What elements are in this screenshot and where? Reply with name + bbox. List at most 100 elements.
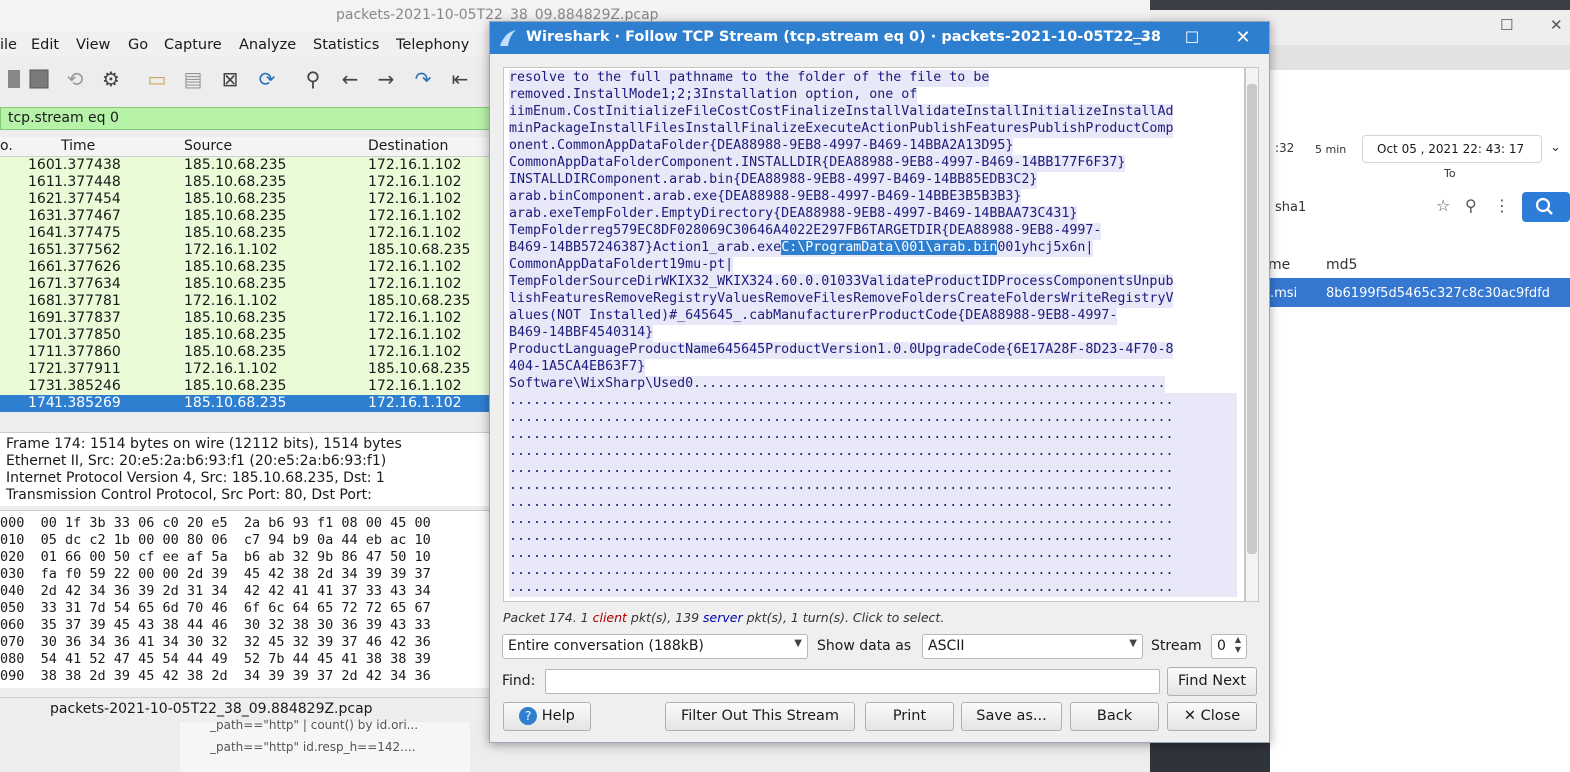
- packet-row[interactable]: 172 1.377911 172.16.1.102 185.10.68.235: [0, 361, 490, 378]
- stream-line: CommonAppDataFolderComponent.INSTALLDIR{…: [509, 155, 1126, 172]
- star-icon[interactable]: ☆: [1436, 196, 1450, 215]
- more-icon[interactable]: ⋮: [1494, 196, 1510, 215]
- stream-line: ........................................…: [509, 444, 1237, 461]
- col-header-name[interactable]: me: [1268, 257, 1290, 273]
- stream-scrollbar[interactable]: [1245, 67, 1259, 602]
- packet-list: 160 1.377438 185.10.68.235 172.16.1.102 161 1…: [0, 157, 490, 412]
- col-source[interactable]: Source: [184, 138, 232, 154]
- save-as-button[interactable]: Save as...: [961, 702, 1062, 731]
- stream-line: INSTALLDIRComponent.arab.bin{DEA88988-9E…: [509, 172, 1038, 189]
- reload-file-icon[interactable]: ⟳: [254, 66, 280, 92]
- menu-telephony[interactable]: Telephony: [396, 37, 469, 53]
- time-window-chip[interactable]: 5 min: [1315, 143, 1346, 156]
- menu-edit[interactable]: Edit: [31, 37, 59, 53]
- packet-row[interactable]: 164 1.377475 185.10.68.235 172.16.1.102: [0, 225, 490, 242]
- menu-view[interactable]: View: [76, 37, 110, 53]
- print-button[interactable]: Print: [865, 702, 954, 731]
- query-line[interactable]: _path=="http" id.resp_h==142....: [210, 740, 415, 754]
- maximize-icon[interactable]: ☐: [1180, 26, 1204, 50]
- detail-ethernet[interactable]: Ethernet II, Src: 20:e5:2a:b6:93:f1 (20:…: [6, 453, 386, 469]
- hex-line[interactable]: 050 33 31 7d 54 65 6d 70 46 6f 6c 64 65 …: [0, 600, 431, 616]
- go-back-icon[interactable]: ←: [337, 66, 363, 92]
- packet-row[interactable]: 167 1.377634 185.10.68.235 172.16.1.102: [0, 276, 490, 293]
- chevron-down-icon[interactable]: ⌄: [1550, 140, 1561, 155]
- filter-out-stream-button[interactable]: Filter Out This Stream: [665, 702, 855, 731]
- hex-line[interactable]: 060 35 37 39 45 43 38 44 46 30 32 38 30 …: [0, 617, 431, 633]
- dialog-titlebar: Wireshark · Follow TCP Stream (tcp.strea…: [490, 22, 1269, 54]
- packet-row[interactable]: 168 1.377781 172.16.1.102 185.10.68.235: [0, 293, 490, 310]
- open-file-icon[interactable]: ▭: [144, 66, 170, 92]
- menu-go[interactable]: Go: [128, 37, 148, 53]
- first-packet-icon[interactable]: ⇤: [447, 66, 473, 92]
- help-button[interactable]: ? Help: [503, 702, 591, 731]
- hex-line[interactable]: 090 38 38 2d 39 45 42 38 2d 34 39 39 37 …: [0, 668, 431, 684]
- hex-line[interactable]: 070 30 36 34 36 41 34 30 32 32 45 32 39 …: [0, 634, 431, 650]
- go-forward-icon[interactable]: →: [373, 66, 399, 92]
- close-file-icon[interactable]: ⊠: [217, 66, 243, 92]
- hex-line[interactable]: 000 00 1f 3b 33 06 c0 20 e5 2a b6 93 f1 …: [0, 515, 431, 531]
- col-no[interactable]: o.: [0, 138, 13, 154]
- hex-line[interactable]: 030 fa f0 59 22 00 00 2d 39 45 42 38 2d …: [0, 566, 431, 582]
- start-capture-icon[interactable]: [2, 66, 28, 92]
- packet-row[interactable]: 169 1.377837 185.10.68.235 172.16.1.102: [0, 310, 490, 327]
- packet-dst: 172.16.1.102: [368, 191, 462, 207]
- go-to-packet-icon[interactable]: ↷: [410, 66, 436, 92]
- find-next-button[interactable]: Find Next: [1167, 667, 1257, 696]
- find-packet-icon[interactable]: ⚲: [300, 66, 326, 92]
- stats-end: pkt(s), 1 turn(s). Click to select.: [742, 610, 945, 625]
- selected-text[interactable]: C:\ProgramData\001\arab.bin: [781, 240, 998, 255]
- packet-row[interactable]: 162 1.377454 185.10.68.235 172.16.1.102: [0, 191, 490, 208]
- browser-close-button[interactable]: ✕: [1550, 16, 1563, 34]
- packet-no: 172: [28, 361, 55, 377]
- stream-line: ........................................…: [509, 512, 1237, 529]
- packet-row[interactable]: 174 1.385269 185.10.68.235 172.16.1.102: [0, 395, 490, 412]
- packet-src: 185.10.68.235: [184, 276, 287, 292]
- col-destination[interactable]: Destination: [368, 138, 448, 154]
- search-field[interactable]: sha1: [1275, 200, 1306, 215]
- menu-capture[interactable]: Capture: [164, 37, 222, 53]
- conversation-select[interactable]: Entire conversation (188kB) ▼: [502, 634, 808, 659]
- hex-line[interactable]: 020 01 66 00 50 cf ee af 5a b6 ab 32 9b …: [0, 549, 431, 565]
- packet-row[interactable]: 163 1.377467 185.10.68.235 172.16.1.102: [0, 208, 490, 225]
- col-time[interactable]: Time: [61, 138, 95, 154]
- packet-row[interactable]: 161 1.377448 185.10.68.235 172.16.1.102: [0, 174, 490, 191]
- col-header-md5[interactable]: md5: [1326, 257, 1357, 273]
- menu-analyze[interactable]: Analyze: [239, 37, 296, 53]
- hex-line[interactable]: 040 2d 42 34 36 39 2d 31 34 42 42 41 41 …: [0, 583, 431, 599]
- packet-row[interactable]: 171 1.377860 185.10.68.235 172.16.1.102: [0, 344, 490, 361]
- stream-number-spinner[interactable]: 0 ▲ ▼: [1211, 634, 1247, 659]
- query-line[interactable]: _path=="http" | count() by id.ori...: [210, 718, 418, 732]
- packet-row[interactable]: 170 1.377850 185.10.68.235 172.16.1.102: [0, 327, 490, 344]
- show-data-select[interactable]: ASCII ▼: [922, 634, 1143, 659]
- detail-frame[interactable]: Frame 174: 1514 bytes on wire (12112 bit…: [6, 436, 402, 452]
- menu-file[interactable]: ile: [0, 37, 17, 53]
- close-button[interactable]: ✕ Close: [1167, 702, 1257, 731]
- hex-line[interactable]: 010 05 dc c2 1b 00 00 80 06 c7 94 b9 0a …: [0, 532, 431, 548]
- close-icon[interactable]: ✕: [1231, 26, 1255, 50]
- menu-statistics[interactable]: Statistics: [313, 37, 379, 53]
- capture-options-icon[interactable]: ⚙: [98, 66, 124, 92]
- display-filter-input[interactable]: tcp.stream eq 0: [0, 107, 490, 130]
- find-input[interactable]: [545, 669, 1160, 694]
- back-button[interactable]: Back: [1070, 702, 1159, 731]
- close-label: Close: [1200, 708, 1241, 724]
- time-chip-left[interactable]: :32: [1275, 141, 1294, 155]
- stream-content-text[interactable]: resolve to the full pathname to the fold…: [503, 67, 1245, 602]
- detail-ip[interactable]: Internet Protocol Version 4, Src: 185.10…: [6, 470, 385, 486]
- packet-no: 168: [28, 293, 55, 309]
- stop-capture-icon[interactable]: [26, 66, 52, 92]
- packet-row[interactable]: 173 1.385246 185.10.68.235 172.16.1.102: [0, 378, 490, 395]
- pin-icon[interactable]: ⚲: [1465, 196, 1477, 215]
- minimize-icon[interactable]: —: [1128, 26, 1152, 50]
- browser-maximize-button[interactable]: ☐: [1500, 16, 1513, 34]
- hex-line[interactable]: 080 54 41 52 47 45 54 44 49 52 7b 44 45 …: [0, 651, 431, 667]
- packet-row[interactable]: 160 1.377438 185.10.68.235 172.16.1.102: [0, 157, 490, 174]
- detail-tcp[interactable]: Transmission Control Protocol, Src Port:…: [6, 487, 372, 503]
- save-file-icon[interactable]: ▤: [180, 66, 206, 92]
- restart-capture-icon[interactable]: ⟲: [62, 66, 88, 92]
- date-picker[interactable]: Oct 05 , 2021 22: 43: 17: [1362, 135, 1542, 163]
- packet-row[interactable]: 165 1.377562 172.16.1.102 185.10.68.235: [0, 242, 490, 259]
- packet-row[interactable]: 166 1.377626 185.10.68.235 172.16.1.102: [0, 259, 490, 276]
- scrollbar-thumb[interactable]: [1247, 84, 1257, 554]
- search-button[interactable]: [1522, 192, 1570, 222]
